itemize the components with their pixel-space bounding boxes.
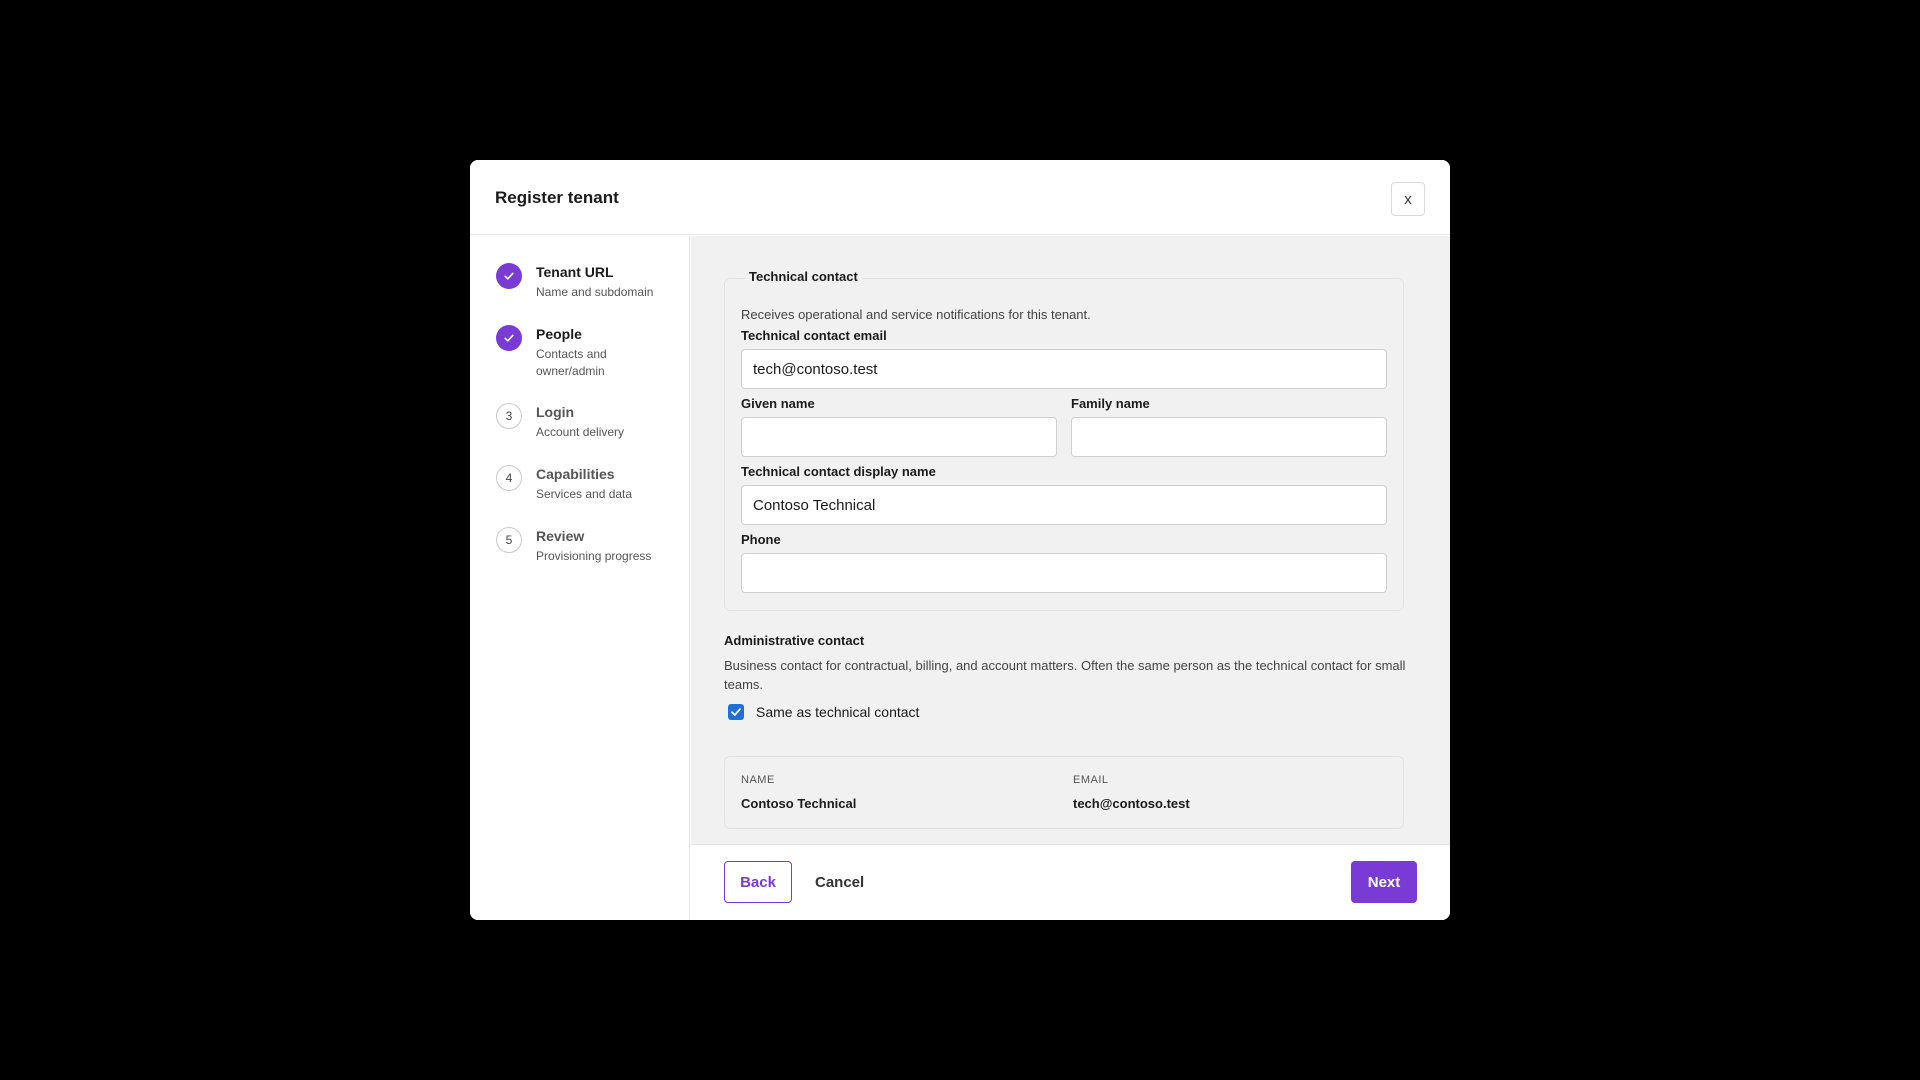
back-button[interactable]: Back xyxy=(724,861,792,903)
given-name-label: Given name xyxy=(741,396,815,411)
technical-email-input[interactable] xyxy=(741,349,1387,389)
checkbox-checked-icon[interactable] xyxy=(728,704,744,720)
display-name-input[interactable] xyxy=(741,485,1387,525)
summary-email-value: tech@contoso.test xyxy=(1073,796,1190,811)
cancel-button[interactable]: Cancel xyxy=(807,861,872,903)
same-as-technical-label: Same as technical contact xyxy=(756,704,920,720)
close-button[interactable]: x xyxy=(1391,182,1425,216)
step-title: People xyxy=(536,326,582,342)
family-name-input[interactable] xyxy=(1071,417,1387,457)
administrative-summary: NAME Contoso Technical EMAIL tech@contos… xyxy=(724,756,1404,829)
step-number: 4 xyxy=(496,465,522,491)
people-form: Technical contact Receives operational a… xyxy=(691,236,1450,844)
administrative-contact-title: Administrative contact xyxy=(724,633,865,648)
step-number: 5 xyxy=(496,527,522,553)
step-title: Capabilities xyxy=(536,466,615,482)
check-icon xyxy=(496,263,522,289)
email-label: Technical contact email xyxy=(741,328,887,343)
display-name-label: Technical contact display name xyxy=(741,464,936,479)
step-subtitle: Contacts and owner/admin xyxy=(536,347,607,378)
step-subtitle: Provisioning progress xyxy=(536,549,652,563)
check-icon xyxy=(496,325,522,351)
administrative-contact-description: Business contact for contractual, billin… xyxy=(724,658,1406,692)
step-subtitle: Account delivery xyxy=(536,425,625,439)
dialog-footer: Back Cancel Next xyxy=(691,844,1450,920)
technical-contact-description: Receives operational and service notific… xyxy=(741,307,1091,322)
wizard-steps: Tenant URL Name and subdomain People Con… xyxy=(470,236,690,920)
next-button[interactable]: Next xyxy=(1351,861,1417,903)
technical-contact-legend: Technical contact xyxy=(745,269,862,284)
dialog-header: Register tenant x xyxy=(470,160,1450,235)
summary-name-label: NAME xyxy=(741,774,775,786)
given-name-input[interactable] xyxy=(741,417,1057,457)
phone-label: Phone xyxy=(741,532,781,547)
summary-email-label: EMAIL xyxy=(1073,774,1109,786)
step-title: Login xyxy=(536,404,575,420)
step-subtitle: Name and subdomain xyxy=(536,285,654,299)
step-subtitle: Services and data xyxy=(536,487,633,501)
step-number: 3 xyxy=(496,403,522,429)
dialog-title: Register tenant xyxy=(495,188,619,207)
step-title: Tenant URL xyxy=(536,264,614,280)
step-title: Review xyxy=(536,528,585,544)
register-tenant-dialog: Register tenant x Tenant URL Name and su… xyxy=(470,160,1450,920)
phone-input[interactable] xyxy=(741,553,1387,593)
family-name-label: Family name xyxy=(1071,396,1150,411)
summary-name-value: Contoso Technical xyxy=(741,796,857,811)
